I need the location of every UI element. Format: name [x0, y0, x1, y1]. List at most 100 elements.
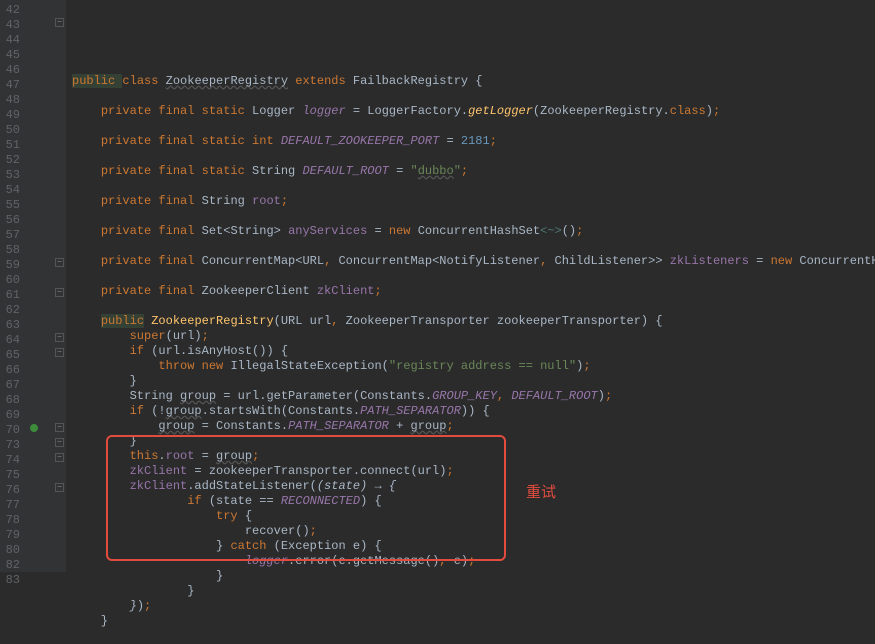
code-token: ;: [461, 164, 468, 178]
fold-icon[interactable]: −: [55, 453, 64, 462]
line-number[interactable]: 60: [4, 273, 20, 288]
line-number-gutter[interactable]: 4243444546474849505152535455565758596061…: [0, 0, 28, 572]
breakpoint-icon[interactable]: [30, 424, 38, 432]
fold-icon[interactable]: −: [55, 423, 64, 432]
line-number[interactable]: 51: [4, 138, 20, 153]
line-number[interactable]: 73: [4, 438, 20, 453]
line-number[interactable]: 50: [4, 123, 20, 138]
code-line[interactable]: [72, 89, 875, 104]
line-number[interactable]: 61: [4, 288, 20, 303]
code-line[interactable]: this.root = group;: [72, 449, 875, 464]
line-number[interactable]: 59: [4, 258, 20, 273]
code-line[interactable]: try {: [72, 509, 875, 524]
line-number[interactable]: 55: [4, 198, 20, 213]
code-token: [72, 329, 130, 343]
code-token: extends: [295, 74, 353, 88]
line-number[interactable]: 66: [4, 363, 20, 378]
line-number[interactable]: 47: [4, 78, 20, 93]
code-token: private final static int: [101, 134, 281, 148]
code-line[interactable]: group = Constants.PATH_SEPARATOR + group…: [72, 419, 875, 434]
code-line[interactable]: super(url);: [72, 329, 875, 344]
line-number[interactable]: 46: [4, 63, 20, 78]
code-line[interactable]: String group = url.getParameter(Constant…: [72, 389, 875, 404]
code-line[interactable]: [72, 239, 875, 254]
line-number[interactable]: 78: [4, 513, 20, 528]
fold-icon[interactable]: −: [55, 483, 64, 492]
code-line[interactable]: if (url.isAnyHost()) {: [72, 344, 875, 359]
fold-icon[interactable]: −: [55, 348, 64, 357]
code-token: }: [72, 584, 194, 598]
code-line[interactable]: if (state == RECONNECTED) {: [72, 494, 875, 509]
code-line[interactable]: }: [72, 584, 875, 599]
gutter-mark-row: [28, 360, 66, 375]
line-number[interactable]: 74: [4, 453, 20, 468]
line-number[interactable]: 58: [4, 243, 20, 258]
code-editor[interactable]: 4243444546474849505152535455565758596061…: [0, 0, 875, 572]
line-number[interactable]: 48: [4, 93, 20, 108]
fold-icon[interactable]: −: [55, 438, 64, 447]
line-number[interactable]: 62: [4, 303, 20, 318]
code-line[interactable]: } catch (Exception e) {: [72, 539, 875, 554]
code-line[interactable]: [72, 119, 875, 134]
code-line[interactable]: private final static int DEFAULT_ZOOKEEP…: [72, 134, 875, 149]
line-number[interactable]: 65: [4, 348, 20, 363]
code-line[interactable]: }: [72, 569, 875, 584]
gutter-marks[interactable]: − − − − − − − − −: [28, 0, 66, 572]
line-number[interactable]: 68: [4, 393, 20, 408]
code-line[interactable]: private final static String DEFAULT_ROOT…: [72, 164, 875, 179]
code-line[interactable]: [72, 299, 875, 314]
code-line[interactable]: [72, 179, 875, 194]
gutter-mark-row: [28, 75, 66, 90]
code-line[interactable]: [72, 149, 875, 164]
line-number[interactable]: 63: [4, 318, 20, 333]
code-line[interactable]: zkClient.addStateListener((state) → {: [72, 479, 875, 494]
code-line[interactable]: [72, 629, 875, 644]
code-line[interactable]: throw new IllegalStateException("registr…: [72, 359, 875, 374]
line-number[interactable]: 79: [4, 528, 20, 543]
code-line[interactable]: [72, 59, 875, 74]
line-number[interactable]: 54: [4, 183, 20, 198]
line-number[interactable]: 70: [4, 423, 20, 438]
code-line[interactable]: }: [72, 434, 875, 449]
code-line[interactable]: zkClient = zookeeperTransporter.connect(…: [72, 464, 875, 479]
code-area[interactable]: 重试 public class ZookeeperRegistry extend…: [66, 0, 875, 572]
line-number[interactable]: 57: [4, 228, 20, 243]
code-line[interactable]: }: [72, 374, 875, 389]
code-line[interactable]: private final String root;: [72, 194, 875, 209]
fold-icon[interactable]: −: [55, 18, 64, 27]
code-line[interactable]: public ZookeeperRegistry(URL url, Zookee…: [72, 314, 875, 329]
code-line[interactable]: }: [72, 614, 875, 629]
line-number[interactable]: 75: [4, 468, 20, 483]
fold-icon[interactable]: −: [55, 258, 64, 267]
line-number[interactable]: 52: [4, 153, 20, 168]
code-token: zkClient: [130, 464, 188, 478]
line-number[interactable]: 43: [4, 18, 20, 33]
code-line[interactable]: private final static Logger logger = Log…: [72, 104, 875, 119]
fold-icon[interactable]: −: [55, 333, 64, 342]
code-line[interactable]: [72, 269, 875, 284]
code-line[interactable]: private final ConcurrentMap<URL, Concurr…: [72, 254, 875, 269]
line-number[interactable]: 69: [4, 408, 20, 423]
code-line[interactable]: [72, 209, 875, 224]
line-number[interactable]: 56: [4, 213, 20, 228]
fold-icon[interactable]: −: [55, 288, 64, 297]
line-number[interactable]: 83: [4, 573, 20, 588]
code-line[interactable]: public class ZookeeperRegistry extends F…: [72, 74, 875, 89]
line-number[interactable]: 44: [4, 33, 20, 48]
line-number[interactable]: 49: [4, 108, 20, 123]
line-number[interactable]: 53: [4, 168, 20, 183]
line-number[interactable]: 64: [4, 333, 20, 348]
line-number[interactable]: 77: [4, 498, 20, 513]
code-line[interactable]: private final ZookeeperClient zkClient;: [72, 284, 875, 299]
line-number[interactable]: 80: [4, 543, 20, 558]
code-line[interactable]: private final Set<String> anyServices = …: [72, 224, 875, 239]
line-number[interactable]: 82: [4, 558, 20, 573]
line-number[interactable]: 45: [4, 48, 20, 63]
code-line[interactable]: });: [72, 599, 875, 614]
line-number[interactable]: 67: [4, 378, 20, 393]
code-line[interactable]: recover();: [72, 524, 875, 539]
code-line[interactable]: logger.error(e.getMessage(), e);: [72, 554, 875, 569]
line-number[interactable]: 42: [4, 3, 20, 18]
line-number[interactable]: 76: [4, 483, 20, 498]
code-line[interactable]: if (!group.startsWith(Constants.PATH_SEP…: [72, 404, 875, 419]
